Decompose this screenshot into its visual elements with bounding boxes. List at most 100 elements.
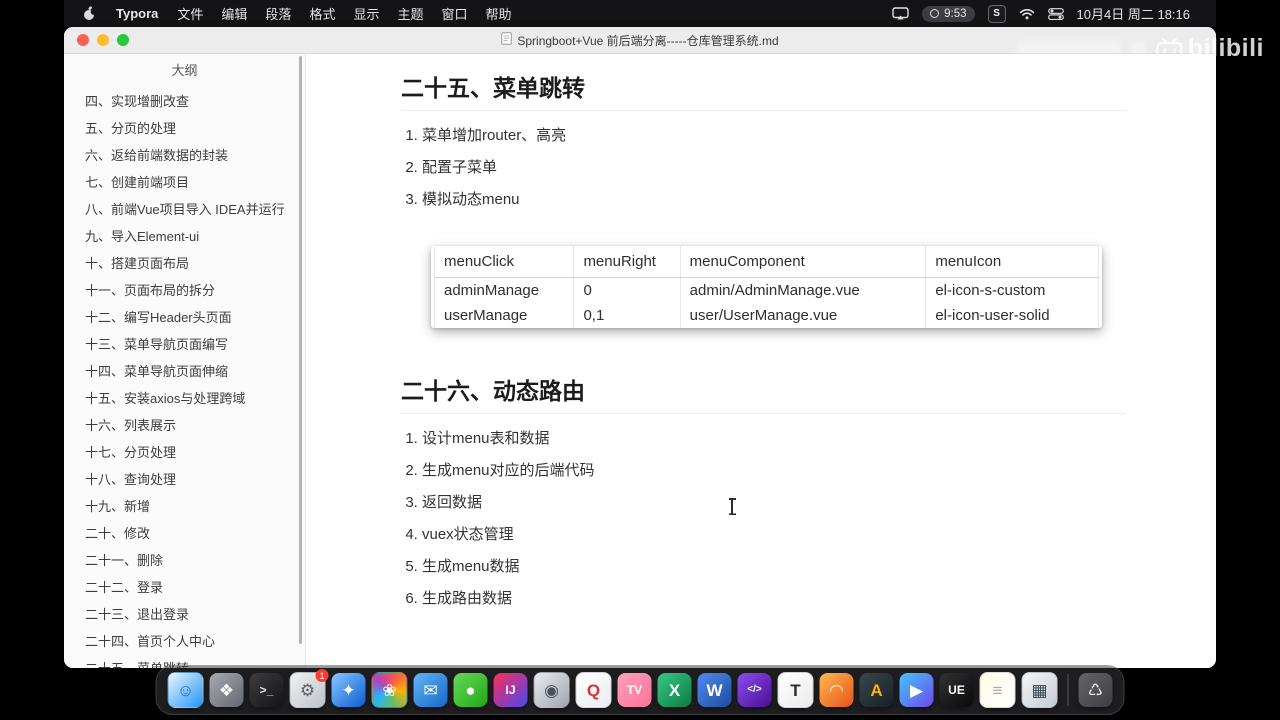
table-cell[interactable]: userManage: [433, 303, 574, 328]
sidebar-outline-item[interactable]: 十六、列表展示: [64, 412, 305, 439]
section-heading-25[interactable]: 二十五、菜单跳转: [401, 69, 1126, 111]
menu-table-card[interactable]: menuClick menuRight menuComponent menuIcon …: [431, 246, 1102, 328]
dock-icon-unreal-editor[interactable]: UE: [939, 673, 974, 707]
dock-icon-system-preferences[interactable]: ⚙ 1: [289, 669, 329, 708]
sidebar-outline-item[interactable]: 十三、菜单导航页面编写: [64, 331, 305, 358]
bilibili-logo-text: bilibili: [1187, 34, 1264, 62]
dock-icon-wechat[interactable]: ●: [453, 673, 488, 707]
sidebar-outline-item[interactable]: 二十、修改: [64, 520, 305, 547]
content-list-item[interactable]: 模拟动态menu: [422, 190, 1122, 210]
dock-icon-design-tool[interactable]: A: [859, 673, 894, 707]
sidebar-outline-item[interactable]: 十、搭建页面布局: [64, 250, 305, 277]
dock-icon-safari[interactable]: ✦: [331, 673, 366, 707]
content-list-item[interactable]: 生成menu数据: [422, 557, 1122, 577]
dock-icon-excel[interactable]: X: [657, 673, 692, 707]
wifi-icon[interactable]: [1019, 8, 1035, 20]
dock-icon-typora[interactable]: T: [777, 672, 814, 708]
dock-icon-terminal[interactable]: >_: [249, 673, 284, 707]
content-list-item[interactable]: 返回数据: [422, 493, 1122, 513]
table-header-cell[interactable]: menuRight: [573, 246, 681, 278]
typora-window: Springboot+Vue 前后端分离-----仓库管理系统.md 大纲 四、…: [64, 27, 1216, 668]
menubar-menu-item[interactable]: 段落: [256, 7, 300, 22]
sidebar-outline-item[interactable]: 十二、编写Header头页面: [64, 304, 305, 331]
table-cell[interactable]: adminManage: [433, 277, 574, 303]
table-cell[interactable]: admin/AdminManage.vue: [679, 277, 926, 303]
table-cell[interactable]: 0,1: [573, 303, 681, 328]
content-list-item[interactable]: 设计menu表和数据: [422, 429, 1122, 449]
app-glyph: ◠: [829, 680, 844, 700]
dock-icon-bilibili[interactable]: TV: [617, 673, 652, 707]
apple-menu-icon[interactable]: [64, 6, 106, 21]
menubar-menu-item[interactable]: 窗口: [432, 7, 476, 22]
dock-icon-display-monitor[interactable]: ▦: [1021, 672, 1058, 708]
menubar-app-name[interactable]: Typora: [106, 6, 168, 21]
screen-mirroring-icon[interactable]: [892, 7, 909, 20]
sidebar-outline-item[interactable]: 十七、分页处理: [64, 439, 305, 466]
screen-recording-indicator[interactable]: 9:53: [922, 5, 975, 22]
record-dot-icon: [930, 9, 940, 18]
menubar-menu-item[interactable]: 编辑: [212, 7, 256, 22]
dock-icon-notes[interactable]: ≡: [979, 672, 1016, 708]
sidebar-outline-item[interactable]: 二十三、退出登录: [64, 601, 305, 628]
content-list-item[interactable]: 配置子菜单: [422, 158, 1122, 178]
table-cell[interactable]: el-icon-s-custom: [925, 277, 1099, 303]
dock-icon-photos[interactable]: ❀: [371, 672, 408, 708]
sidebar-scrollbar[interactable]: [299, 56, 302, 644]
content-list-item[interactable]: 生成路由数据: [422, 589, 1122, 609]
menubar-datetime[interactable]: 10月4日 周二 18:16: [1077, 4, 1190, 23]
content-list-item[interactable]: 菜单增加router、高亮: [422, 126, 1122, 146]
dock-icon-media-player[interactable]: ▶: [899, 673, 934, 707]
table-header-cell[interactable]: menuIcon: [925, 246, 1099, 278]
section-heading-26[interactable]: 二十六、动态路由: [401, 372, 1126, 414]
sidebar-outline-item[interactable]: 十一、页面布局的拆分: [64, 277, 305, 304]
app-glyph: X: [668, 680, 681, 700]
sidebar-outline-item[interactable]: 十九、新增: [64, 493, 305, 520]
table-header-row: menuClick menuRight menuComponent menuIcon: [433, 246, 1099, 278]
desktop-screen: Typora 文件 编辑 段落 格式 显示 主题 窗口 帮助 9:53 S 10…: [64, 0, 1216, 720]
text-cursor-pointer: [727, 498, 737, 515]
content-list-item[interactable]: vuex状态管理: [422, 525, 1122, 545]
menu-table[interactable]: menuClick menuRight menuComponent menuIcon …: [433, 246, 1099, 328]
control-center-icon[interactable]: [1047, 7, 1064, 20]
app-glyph: ❀: [382, 680, 397, 700]
menubar-menu-item[interactable]: 文件: [168, 7, 212, 22]
dock-icon-mail[interactable]: ✉: [413, 673, 448, 707]
dock-icon-code-editor[interactable]: </>: [737, 673, 772, 707]
sidebar-outline-item[interactable]: 八、前端Vue项目导入 IDEA并运行: [64, 196, 305, 223]
sidebar-outline-item[interactable]: 十五、安装axios与处理跨域: [64, 385, 305, 412]
menubar-menu-item[interactable]: 帮助: [477, 7, 521, 22]
watermark-badge-blurred: [1130, 41, 1146, 56]
table-header-cell[interactable]: menuComponent: [679, 246, 926, 278]
sidebar-outline-item[interactable]: 五、分页的处理: [64, 115, 305, 142]
menubar-menu-item[interactable]: 格式: [300, 7, 344, 22]
dock-icon-launchpad[interactable]: ❖: [209, 673, 244, 707]
sidebar-outline-item[interactable]: 六、返给前端数据的封装: [64, 142, 305, 169]
table-cell[interactable]: 0: [573, 277, 681, 303]
app-glyph: </>: [747, 684, 762, 695]
table-cell[interactable]: el-icon-user-solid: [925, 303, 1099, 328]
dock-icon-qq[interactable]: Q: [575, 672, 612, 708]
sidebar-outline-item[interactable]: 七、创建前端项目: [64, 169, 305, 196]
dock-icon-screen-capture[interactable]: ◉: [533, 672, 570, 708]
dock-icon-browser[interactable]: ◠: [819, 673, 854, 707]
menubar-menu-item[interactable]: 主题: [388, 7, 432, 22]
sidebar-outline-item[interactable]: 二十二、登录: [64, 574, 305, 601]
sidebar-outline-item[interactable]: 四、实现增删改查: [64, 88, 305, 115]
sidebar-outline-item[interactable]: 九、导入Element-ui: [64, 223, 305, 250]
table-header-cell[interactable]: menuClick: [433, 246, 574, 278]
sidebar-outline-item[interactable]: 二十一、删除: [64, 547, 305, 574]
editor-content[interactable]: 二十五、菜单跳转 菜单增加router、高亮配置子菜单模拟动态menu menu…: [306, 54, 1216, 668]
sidebar-outline-item[interactable]: 二十四、首页个人中心: [64, 628, 305, 655]
dock-icon-word[interactable]: W: [697, 673, 732, 707]
dock-icon-trash[interactable]: ♺: [1078, 673, 1113, 707]
sidebar-outline-item[interactable]: 十四、菜单导航页面伸缩: [64, 358, 305, 385]
dock-icon-intellij-idea[interactable]: IJ: [493, 673, 528, 707]
watermark-username-blurred: [1016, 41, 1121, 56]
dock-icon-finder[interactable]: ☺: [167, 672, 204, 708]
table-cell[interactable]: user/UserManage.vue: [679, 303, 926, 328]
content-list-item[interactable]: 生成menu对应的后端代码: [422, 461, 1122, 481]
outline-list: 四、实现增删改查 五、分页的处理 六、返给前端数据的封装 七、创建前端项目 八、前端Vu…: [64, 88, 305, 668]
menubar-menu-item[interactable]: 显示: [344, 7, 388, 22]
sidebar-outline-item[interactable]: 十八、查询处理: [64, 466, 305, 493]
sogou-input-icon[interactable]: S: [987, 4, 1006, 23]
